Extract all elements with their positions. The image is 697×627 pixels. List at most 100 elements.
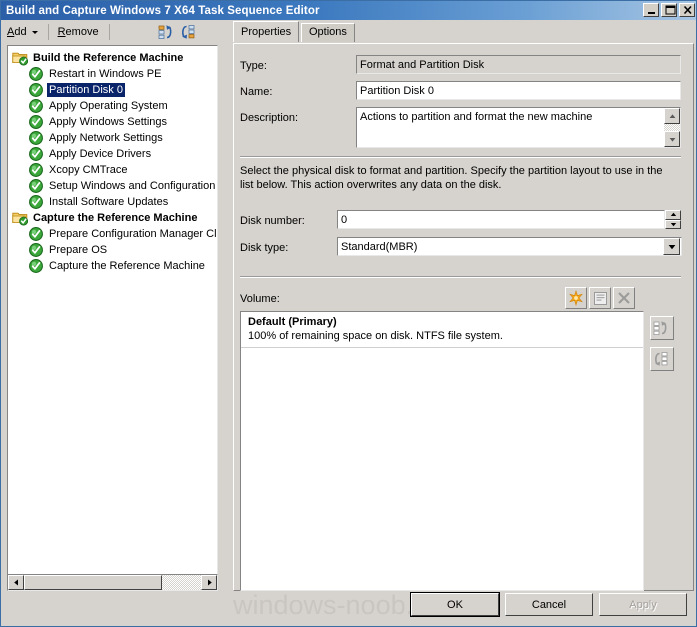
add-button-label: Add (7, 26, 27, 38)
name-input[interactable]: Partition Disk 0 (356, 81, 681, 100)
green-check-icon (28, 98, 44, 114)
tree-item-prepare-os[interactable]: Prepare OS (12, 242, 217, 258)
chevron-down-icon[interactable] (663, 238, 680, 255)
volume-properties-button (589, 287, 611, 309)
green-check-icon (28, 178, 44, 194)
tree-item-label: Install Software Updates (49, 196, 169, 208)
star-new-icon (569, 290, 583, 306)
disk-number-input[interactable]: 0 (337, 210, 665, 229)
minimize-icon (648, 12, 655, 14)
green-check-icon (29, 83, 43, 97)
tree-item-label: Setup Windows and Configuration (49, 180, 216, 192)
delete-x-icon (618, 292, 630, 304)
move-up-icon (158, 25, 172, 39)
green-check-icon (29, 147, 43, 161)
properties-icon (593, 291, 607, 305)
tree-item-setup-windows-and-configuration[interactable]: Setup Windows and Configuration (12, 178, 217, 194)
tree-horizontal-scrollbar[interactable] (7, 574, 218, 591)
window-title: Build and Capture Windows 7 X64 Task Seq… (6, 4, 320, 17)
tab-properties[interactable]: Properties (233, 21, 300, 42)
tree-item-apply-windows-settings[interactable]: Apply Windows Settings (12, 114, 217, 130)
description-label: Description: (240, 112, 299, 124)
volume-move-up-button (650, 316, 674, 340)
stepper-down-icon[interactable] (665, 219, 681, 229)
green-check-icon (28, 130, 44, 146)
scrollbar-track[interactable] (24, 575, 201, 590)
tree-toolbar: Add Remove (2, 21, 222, 43)
close-button[interactable] (679, 3, 695, 17)
scroll-down-arrow-icon[interactable] (664, 131, 680, 147)
volume-description: 100% of remaining space on disk. NTFS fi… (248, 330, 503, 342)
maximize-button[interactable] (661, 3, 677, 17)
green-check-icon (28, 66, 44, 82)
toolbar-separator-1 (47, 24, 49, 40)
tree-item-label: Apply Windows Settings (49, 116, 167, 128)
chevron-down-icon (31, 30, 38, 34)
move-up-icon (653, 321, 667, 335)
green-check-icon (29, 131, 43, 145)
disk-number-stepper[interactable] (665, 210, 681, 229)
green-check-icon (28, 194, 44, 210)
disk-type-label: Disk type: (240, 242, 289, 254)
volume-move-down-button (650, 347, 674, 371)
scroll-right-arrow-icon[interactable] (201, 575, 217, 590)
tree-item-prepare-configuration-manager-cli[interactable]: Prepare Configuration Manager Cli (12, 226, 217, 242)
tree-item-xcopy-cmtrace[interactable]: Xcopy CMTrace (12, 162, 217, 178)
name-label: Name: (240, 86, 273, 98)
tree-item-apply-network-settings[interactable]: Apply Network Settings (12, 130, 217, 146)
green-check-icon (28, 82, 44, 98)
tree-item-label: Partition Disk 0 (47, 83, 125, 97)
type-value: Format and Partition Disk (356, 55, 681, 74)
tree-item-capture-the-reference-machine[interactable]: Capture the Reference Machine (12, 258, 217, 274)
properties-pane: Type: Format and Partition Disk Name: Pa… (233, 43, 694, 591)
minimize-button[interactable] (643, 3, 659, 17)
cancel-button[interactable]: Cancel (505, 593, 593, 616)
move-down-button[interactable] (178, 22, 200, 42)
tree-item-label: Capture the Reference Machine (49, 260, 205, 272)
folder-check-icon (12, 210, 29, 226)
ok-button[interactable]: OK (410, 592, 500, 617)
tree-item-partition-disk-0[interactable]: Partition Disk 0 (12, 82, 217, 98)
move-up-button[interactable] (156, 22, 178, 42)
scroll-left-arrow-icon[interactable] (8, 575, 24, 590)
tree-item-apply-operating-system[interactable]: Apply Operating System (12, 98, 217, 114)
toolbar-separator-2 (108, 24, 110, 40)
tree-item-build-the-reference-machine[interactable]: Build the Reference Machine (12, 50, 217, 66)
green-check-icon (29, 259, 43, 273)
stepper-up-icon[interactable] (665, 210, 681, 220)
green-check-icon (29, 227, 43, 241)
tree-item-label: Xcopy CMTrace (49, 164, 128, 176)
tree-item-capture-the-reference-machine[interactable]: Capture the Reference Machine (12, 210, 217, 226)
task-sequence-editor-window: Build and Capture Windows 7 X64 Task Seq… (0, 0, 697, 627)
green-check-icon (29, 67, 43, 81)
disk-type-select[interactable]: Standard(MBR) (337, 237, 682, 256)
delete-volume-button (613, 287, 635, 309)
green-check-icon (29, 179, 43, 193)
new-volume-button[interactable] (565, 287, 587, 309)
add-button[interactable]: Add (2, 22, 44, 42)
description-scroll-track[interactable] (664, 124, 680, 131)
remove-button[interactable]: Remove (53, 22, 105, 42)
remove-button-label: Remove (57, 26, 99, 38)
tab-properties-label: Properties (241, 26, 292, 38)
volume-title: Default (Primary) (248, 316, 337, 328)
scroll-up-arrow-icon[interactable] (664, 108, 680, 124)
tab-options[interactable]: Options (301, 23, 355, 42)
green-check-icon (28, 242, 44, 258)
volume-list-item[interactable]: Default (Primary) 100% of remaining spac… (241, 312, 643, 348)
folder-check-icon (12, 52, 29, 66)
description-scrollbar[interactable] (664, 108, 680, 147)
tree-item-restart-in-windows-pe[interactable]: Restart in Windows PE (12, 66, 217, 82)
task-sequence-tree[interactable]: Build the Reference Machine Restart in Wi… (7, 45, 218, 576)
tree-item-install-software-updates[interactable]: Install Software Updates (12, 194, 217, 210)
tree-item-label: Prepare Configuration Manager Cli (49, 228, 218, 240)
green-check-icon (29, 195, 43, 209)
green-check-icon (28, 162, 44, 178)
type-label: Type: (240, 60, 267, 72)
description-input[interactable]: Actions to partition and format the new … (356, 107, 681, 148)
volume-list[interactable]: Default (Primary) 100% of remaining spac… (240, 311, 644, 591)
tree-item-apply-device-drivers[interactable]: Apply Device Drivers (12, 146, 217, 162)
scrollbar-thumb[interactable] (24, 575, 163, 590)
apply-button: Apply (599, 593, 687, 616)
tree-item-label: Apply Network Settings (49, 132, 163, 144)
